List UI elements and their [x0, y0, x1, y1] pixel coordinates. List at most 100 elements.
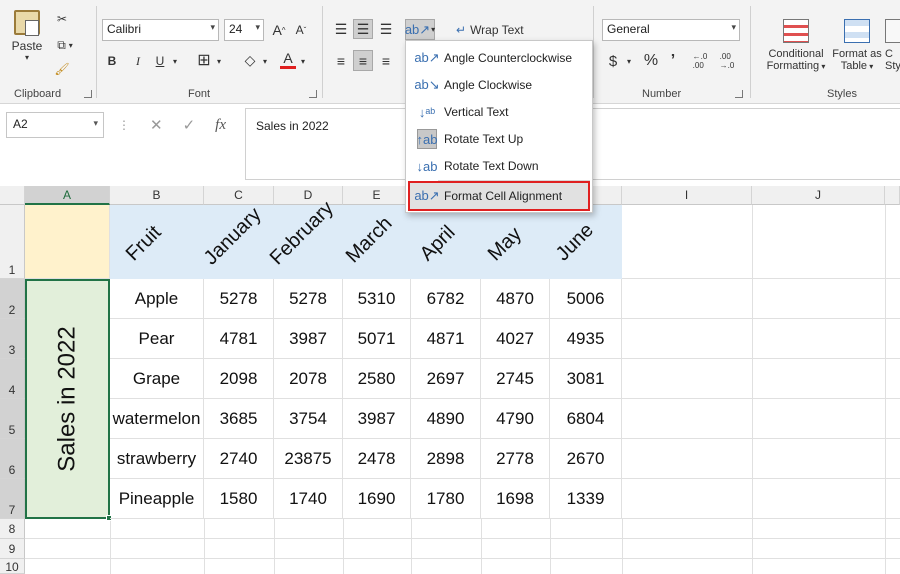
bold-button[interactable]: B — [104, 52, 120, 70]
header-fruit[interactable]: Fruit — [122, 221, 167, 266]
cell-may-row5[interactable]: 4790 — [481, 399, 550, 439]
font-launcher-icon[interactable] — [309, 90, 317, 98]
cell-february-row6[interactable]: 23875 — [274, 439, 343, 479]
cell-may-row3[interactable]: 4027 — [481, 319, 550, 359]
wrap-text-button[interactable]: ↵ Wrap Text — [456, 20, 546, 40]
bottom-align-icon[interactable]: ☰ — [376, 19, 396, 39]
cell-march-row7[interactable]: 1690 — [343, 479, 411, 519]
name-box[interactable]: A2 ▾ — [6, 112, 104, 138]
cell-styles-button[interactable]: C Sty — [885, 12, 900, 78]
column-header-d[interactable]: D — [274, 186, 343, 205]
enter-icon[interactable]: ✓ — [183, 116, 196, 134]
top-align-icon[interactable]: ☰ — [331, 19, 351, 39]
cell-march-row5[interactable]: 3987 — [343, 399, 411, 439]
cell-may-row2[interactable]: 4870 — [481, 279, 550, 319]
select-all-corner[interactable] — [0, 186, 25, 205]
cell-january-row4[interactable]: 2098 — [204, 359, 274, 399]
percent-button[interactable]: % — [642, 51, 660, 71]
menu-item-rotate-text-up[interactable]: ↑ab Rotate Text Up — [406, 125, 592, 152]
cell-april-row6[interactable]: 2898 — [411, 439, 481, 479]
cut-icon[interactable]: ✂ — [54, 10, 70, 28]
format-painter-icon[interactable]: 🖌 — [54, 60, 70, 78]
cell-fruit-row6[interactable]: strawberry — [110, 439, 204, 479]
menu-item-angle-clockwise[interactable]: ab↘ Angle Clockwise — [406, 71, 592, 98]
menu-item-rotate-text-down[interactable]: ↓ab Rotate Text Down — [406, 152, 592, 179]
cell-january-row3[interactable]: 4781 — [204, 319, 274, 359]
number-format-select[interactable]: General ▾ — [602, 19, 740, 41]
row-header-10[interactable]: 10 — [0, 559, 25, 574]
fill-color-icon[interactable]: ◇ — [240, 50, 260, 70]
column-header-j[interactable]: J — [752, 186, 885, 205]
merged-cell-a2-a7[interactable]: Sales in 2022 — [25, 279, 112, 521]
currency-dropdown-icon[interactable]: ▾ — [624, 52, 634, 70]
cell-february-row4[interactable]: 2078 — [274, 359, 343, 399]
cell-fruit-row2[interactable]: Apple — [110, 279, 204, 319]
copy-icon[interactable]: ⧉ ▾ — [52, 36, 78, 54]
cell-january-row7[interactable]: 1580 — [204, 479, 274, 519]
font-name-select[interactable]: Calibri ▾ — [102, 19, 219, 41]
cell-january-row5[interactable]: 3685 — [204, 399, 274, 439]
row-header-7[interactable]: 7 — [0, 479, 25, 519]
cell-march-row4[interactable]: 2580 — [343, 359, 411, 399]
cell-january-row2[interactable]: 5278 — [204, 279, 274, 319]
cell-march-row6[interactable]: 2478 — [343, 439, 411, 479]
header-january[interactable]: January — [200, 203, 267, 270]
number-launcher-icon[interactable] — [735, 90, 743, 98]
cell-june-row3[interactable]: 4935 — [550, 319, 622, 359]
italic-button[interactable]: I — [130, 52, 146, 70]
cell-february-row3[interactable]: 3987 — [274, 319, 343, 359]
cell-april-row4[interactable]: 2697 — [411, 359, 481, 399]
decrease-decimal-icon[interactable]: .00 →.0 — [716, 51, 738, 71]
menu-item-format-cell-alignment[interactable]: ab↗ Format Cell Alignment — [408, 181, 590, 211]
align-center-icon[interactable]: ≡ — [353, 50, 373, 71]
row-header-6[interactable]: 6 — [0, 439, 25, 479]
header-april[interactable]: April — [416, 221, 461, 266]
row-header-8[interactable]: 8 — [0, 519, 25, 539]
underline-button[interactable]: U — [152, 52, 168, 70]
orientation-button[interactable]: ab↗ ▾ — [405, 19, 435, 40]
paste-button[interactable]: Paste ▾ — [10, 10, 44, 62]
cell-fruit-row7[interactable]: Pineapple — [110, 479, 204, 519]
cell-june-row2[interactable]: 5006 — [550, 279, 622, 319]
cell-april-row7[interactable]: 1780 — [411, 479, 481, 519]
header-february[interactable]: February — [266, 197, 339, 270]
cancel-icon[interactable]: ✕ — [150, 116, 163, 134]
align-right-icon[interactable]: ≡ — [376, 51, 396, 71]
borders-dropdown-icon[interactable]: ▾ — [214, 52, 224, 70]
column-header-k[interactable] — [885, 186, 900, 205]
column-header-i[interactable]: I — [622, 186, 752, 205]
header-march[interactable]: March — [342, 212, 398, 268]
font-color-icon[interactable]: A — [278, 48, 298, 70]
cell-february-row7[interactable]: 1740 — [274, 479, 343, 519]
cell-june-row6[interactable]: 2670 — [550, 439, 622, 479]
cell-february-row2[interactable]: 5278 — [274, 279, 343, 319]
insert-function-icon[interactable]: fx — [215, 117, 226, 134]
header-may[interactable]: May — [484, 223, 527, 266]
currency-button[interactable]: $ — [606, 51, 620, 71]
cell-january-row6[interactable]: 2740 — [204, 439, 274, 479]
font-size-select[interactable]: 24 ▾ — [224, 19, 264, 41]
cell-march-row3[interactable]: 5071 — [343, 319, 411, 359]
column-header-c[interactable]: C — [204, 186, 274, 205]
cell-april-row5[interactable]: 4890 — [411, 399, 481, 439]
row-header-1[interactable]: 1 — [0, 205, 25, 279]
cell-june-row4[interactable]: 3081 — [550, 359, 622, 399]
align-left-icon[interactable]: ≡ — [331, 51, 351, 71]
cell-a1[interactable] — [25, 205, 110, 279]
row-header-2[interactable]: 2 — [0, 279, 25, 319]
row-header-9[interactable]: 9 — [0, 539, 25, 559]
cell-may-row4[interactable]: 2745 — [481, 359, 550, 399]
menu-item-angle-counterclockwise[interactable]: ab↗ Angle Counterclockwise — [406, 44, 592, 71]
borders-icon[interactable]: ⊞ — [194, 50, 214, 70]
cell-february-row5[interactable]: 3754 — [274, 399, 343, 439]
column-header-e[interactable]: E — [343, 186, 411, 205]
middle-align-icon[interactable]: ☰ — [353, 19, 373, 39]
increase-font-icon[interactable]: A ^ — [269, 20, 289, 40]
row-header-4[interactable]: 4 — [0, 359, 25, 399]
cell-fruit-row5[interactable]: watermelon — [110, 399, 204, 439]
cell-april-row3[interactable]: 4871 — [411, 319, 481, 359]
conditional-formatting-button[interactable]: Conditional Formatting ▾ — [759, 12, 833, 78]
increase-decimal-icon[interactable]: ←.0.00 — [689, 51, 711, 71]
clipboard-launcher-icon[interactable] — [84, 90, 92, 98]
cell-june-row5[interactable]: 6804 — [550, 399, 622, 439]
